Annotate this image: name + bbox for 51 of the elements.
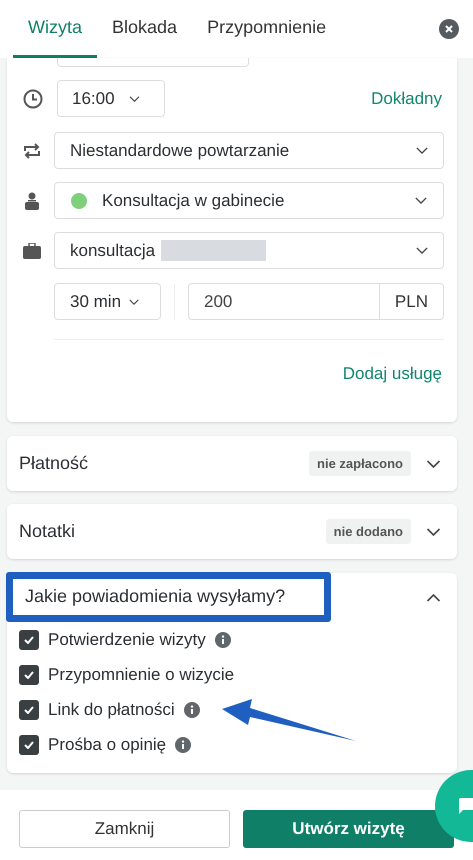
add-service-link[interactable]: Dodaj usługę [342,361,442,386]
repeat-icon [23,142,41,158]
checkbox-label: Potwierdzenie wizyty [48,628,206,651]
section-title: Płatność [19,452,88,475]
briefcase-icon [23,242,41,258]
clock-icon [23,88,43,108]
checkbox-label: Link do płatności [48,698,175,721]
checkbox-label: Przypomnienie o wizycie [48,664,234,686]
tab[interactable]: Przypomnienie [192,0,342,58]
checkbox[interactable] [19,734,39,754]
status-badge: nie zapłacono [309,450,411,476]
chevron-down-icon [416,247,428,254]
chevron-down-icon [415,197,427,204]
time-select[interactable]: 16:00 [57,80,165,117]
chevron-down-icon [129,298,140,304]
close-icon [445,25,453,33]
checkbox-label: Prośba o opinię [48,734,166,756]
chat-icon [459,798,473,814]
tab[interactable]: Blokada [97,0,192,58]
collapsible-section[interactable]: Płatność nie zapłacono [7,436,457,491]
create-visit-button[interactable]: Utwórz wizytę [243,810,454,848]
service-select[interactable]: konsultacja [54,232,444,269]
chevron-down-icon [426,460,441,468]
checkbox[interactable] [19,664,39,684]
currency-label: PLN [378,284,443,319]
close-button[interactable] [439,19,459,39]
collapsible-section[interactable]: Notatki nie dodano [7,504,457,559]
precision-link[interactable]: Dokładny [371,86,442,112]
price-field[interactable]: 200 PLN [188,283,444,320]
location-select[interactable]: Konsultacja w gabinecie [54,182,444,219]
chevron-up-icon [426,594,441,602]
input-field[interactable] [57,58,249,67]
check-icon [24,740,34,748]
info-icon[interactable] [175,736,192,752]
chevron-down-icon [416,147,428,154]
check-icon [24,636,34,644]
info-icon[interactable] [214,632,231,648]
duration-select[interactable]: 30 min [54,283,161,320]
section-title: Notatki [19,520,76,543]
checkbox[interactable] [19,630,39,650]
info-icon[interactable] [184,702,200,718]
chevron-down-icon [426,528,441,536]
check-icon [24,670,34,678]
repeat-select[interactable]: Niestandardowe powtarzanie [54,132,444,169]
checkbox[interactable] [19,700,39,720]
check-icon [24,706,34,714]
person-icon [25,192,39,210]
section-title: Jakie powiadomienia wysyłamy? [25,585,286,608]
close-dialog-button[interactable]: Zamknij [19,810,230,848]
status-badge: nie dodano [326,518,411,544]
chevron-down-icon [128,96,140,102]
